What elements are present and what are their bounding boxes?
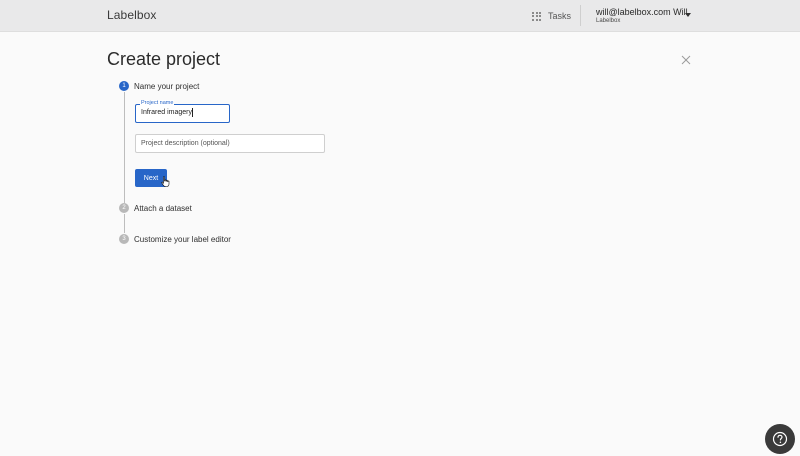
stepper-rail [124, 92, 125, 203]
close-button[interactable] [680, 53, 692, 65]
hand-pointer-icon [161, 176, 170, 187]
user-organization: Labelbox [596, 18, 621, 24]
grid-icon [532, 11, 541, 21]
help-icon [772, 431, 788, 447]
step-2-title: Attach a dataset [134, 204, 192, 213]
labelbox-logo[interactable]: Labelbox [107, 8, 157, 22]
account-menu[interactable]: will@labelbox.com Will Labelbox [596, 7, 688, 26]
page-title: Create project [107, 49, 221, 69]
step-3-title: Customize your label editor [134, 235, 231, 244]
close-icon [681, 55, 691, 65]
text-caret [192, 108, 193, 117]
project-name-label: Project name [140, 100, 175, 106]
project-name-value: Infrared imagery [141, 109, 192, 116]
tasks-link[interactable]: Tasks [532, 10, 571, 22]
header-divider [580, 5, 581, 26]
user-email: will@labelbox.com Will [596, 7, 688, 17]
step-3-number: 3 [119, 234, 129, 244]
step-1-number: 1 [119, 81, 129, 91]
step-2-number: 2 [119, 203, 129, 213]
step-1-title: Name your project [134, 82, 200, 91]
help-button[interactable] [765, 424, 795, 454]
tasks-label: Tasks [548, 11, 572, 21]
chevron-down-icon[interactable] [685, 13, 691, 17]
project-description-placeholder: Project description (optional) [141, 140, 230, 147]
top-bar: Labelbox Tasks will@labelbox.com Will La… [0, 0, 800, 32]
stepper-rail [124, 214, 125, 233]
